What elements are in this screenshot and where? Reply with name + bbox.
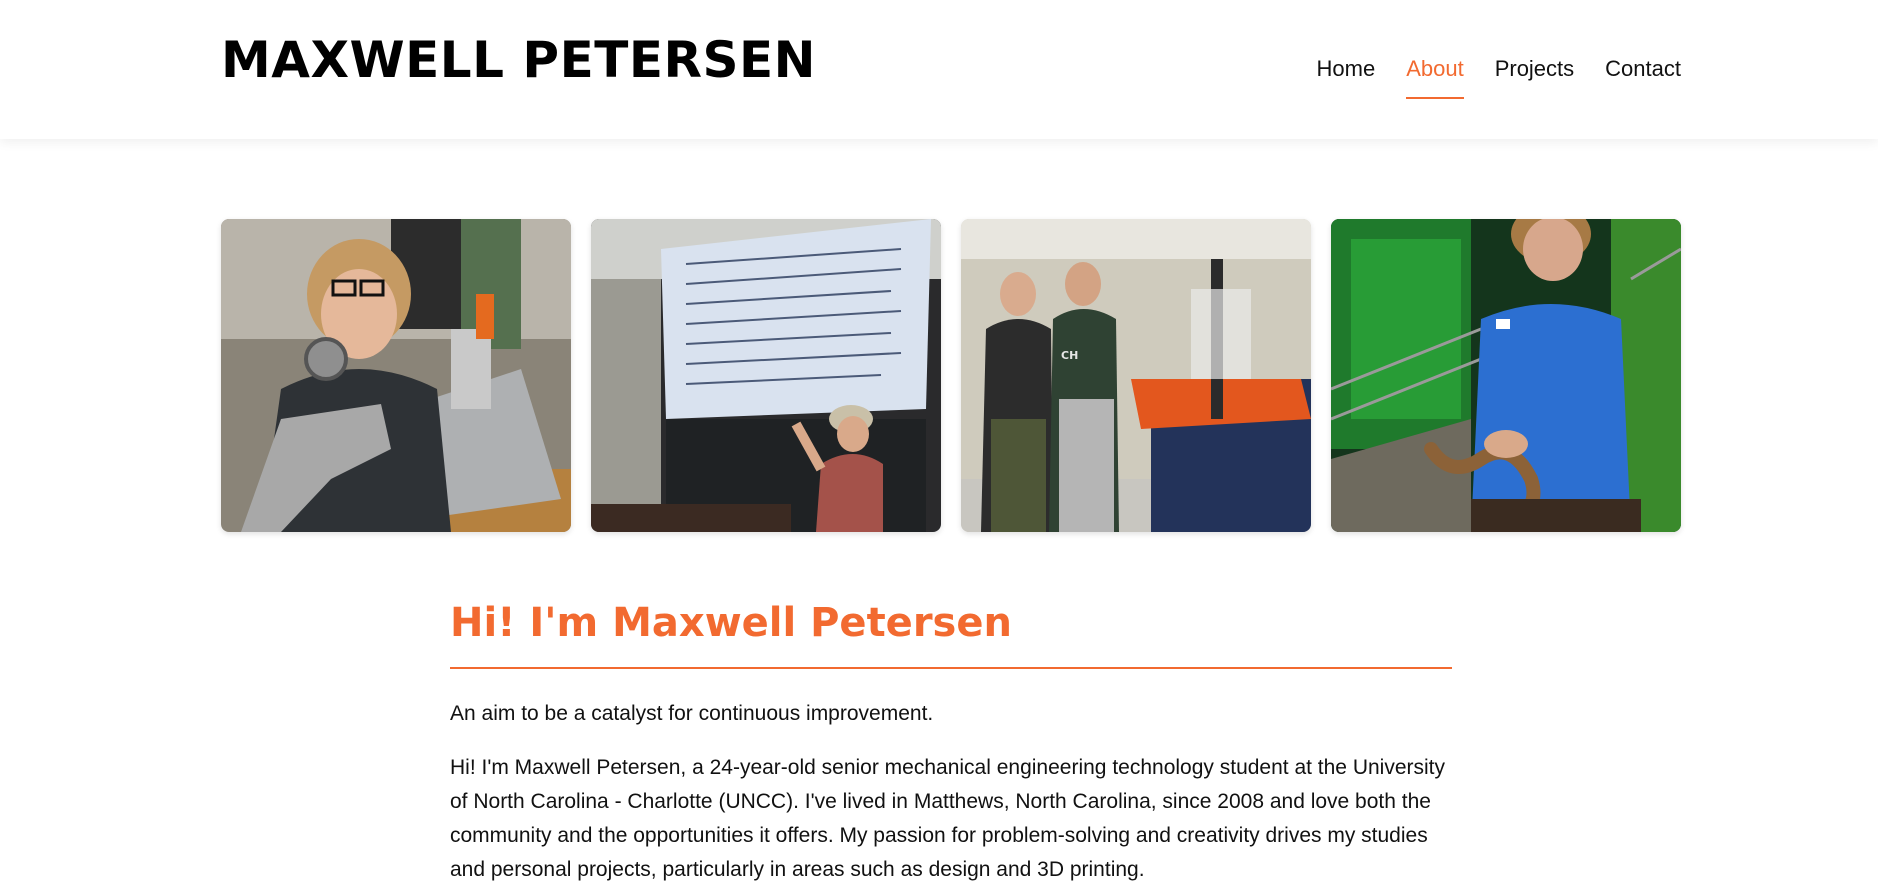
about-section: Hi! I'm Maxwell Petersen An aim to be a … [450, 595, 1452, 887]
nav-projects-link[interactable]: Projects [1495, 54, 1574, 84]
site-title[interactable]: MAXWELL PETERSEN [221, 28, 816, 92]
gallery-photo-machine-shop [221, 219, 571, 532]
photo-gallery: CH [221, 219, 1681, 532]
about-tagline: An aim to be a catalyst for continuous i… [450, 702, 934, 725]
gallery-photo-nature-center [1331, 219, 1681, 532]
nav-contact-link[interactable]: Contact [1605, 54, 1681, 84]
nav-home-link[interactable]: Home [1317, 54, 1376, 84]
gallery-photo-engineering-lab: CH [961, 219, 1311, 532]
gallery-photo-lecture [591, 219, 941, 532]
about-heading: Hi! I'm Maxwell Petersen [450, 595, 1452, 669]
nav-about-link[interactable]: About [1406, 54, 1464, 99]
about-bio: Hi! I'm Maxwell Petersen, a 24-year-old … [450, 756, 1446, 881]
site-header: MAXWELL PETERSEN Home About Projects Con… [0, 0, 1878, 139]
svg-text:CH: CH [1061, 349, 1078, 362]
main-nav: Home About Projects Contact [1317, 54, 1681, 99]
